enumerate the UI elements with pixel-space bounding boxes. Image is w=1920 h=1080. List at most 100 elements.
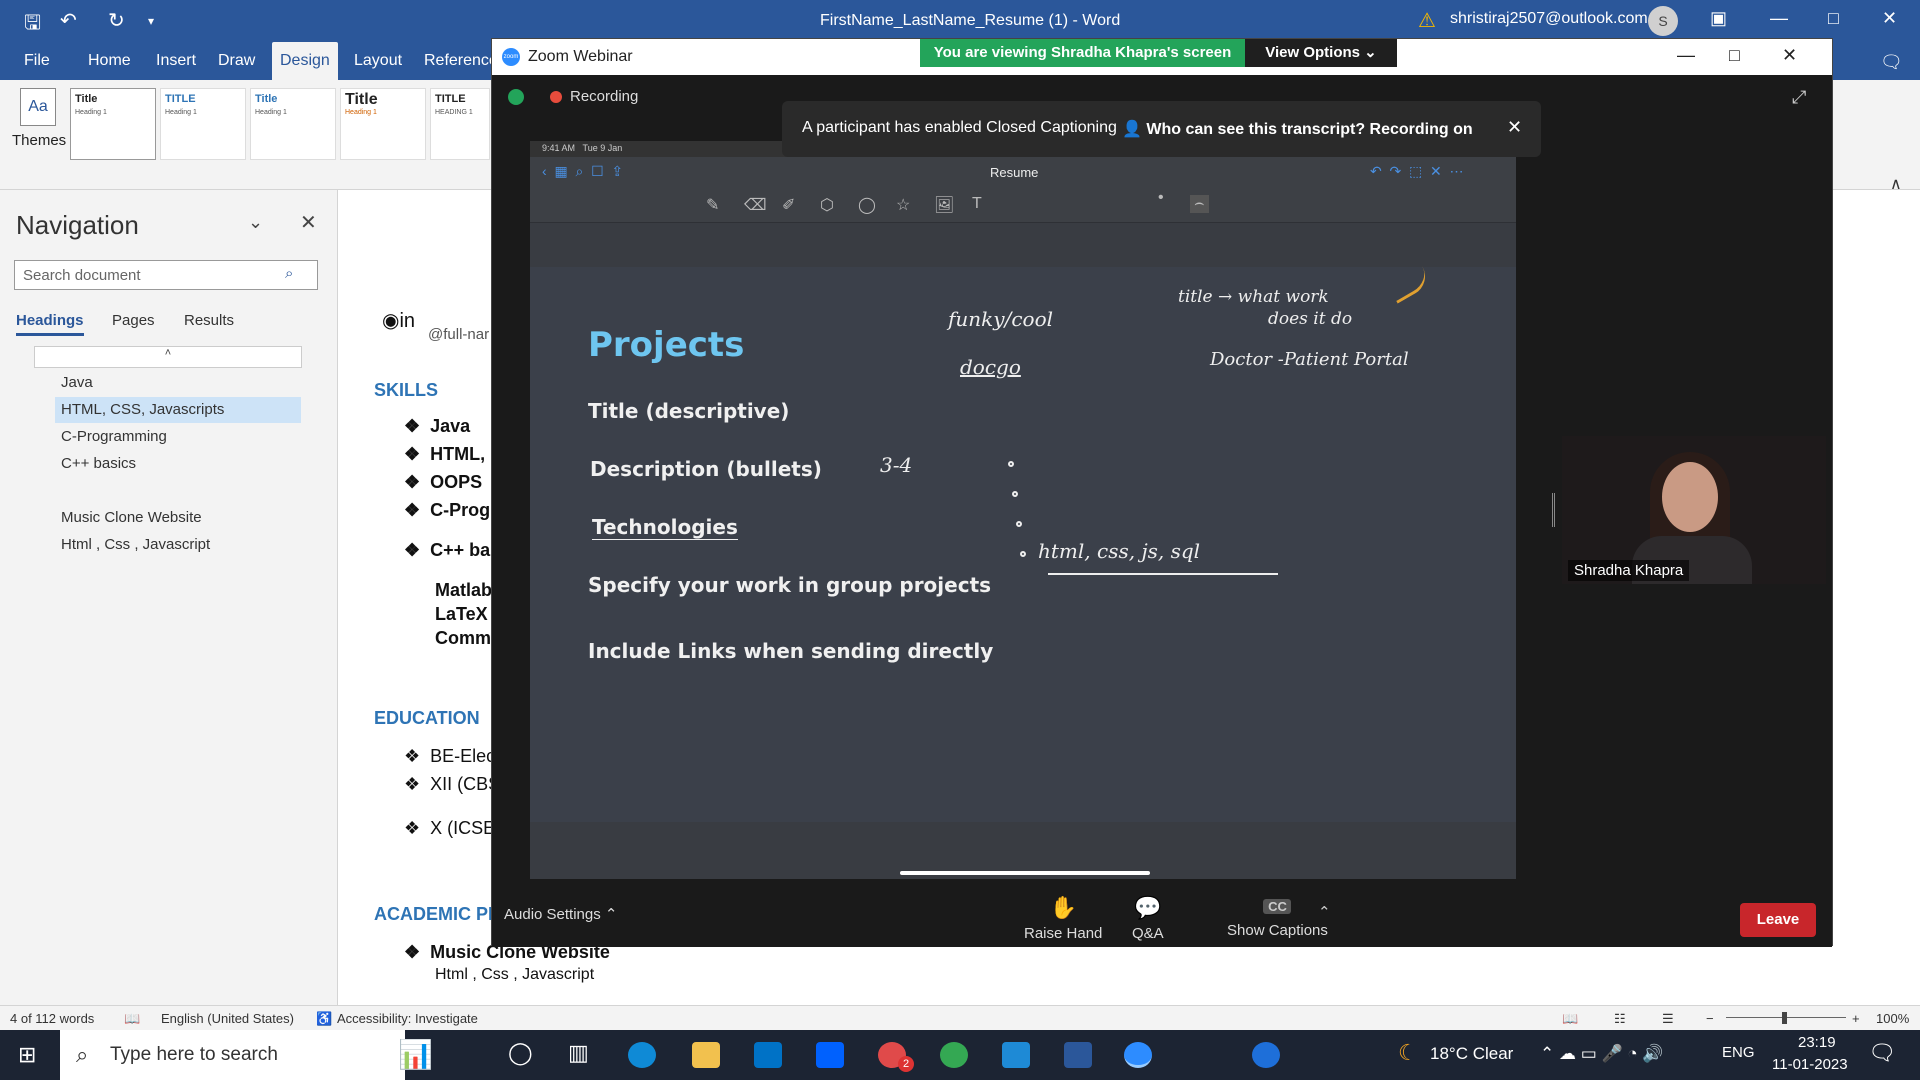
nav-item[interactable]: Music Clone Website	[55, 505, 301, 531]
chevron-down-icon[interactable]: ⌄	[248, 212, 263, 233]
raise-hand-button[interactable]: ✋ Raise Hand	[1024, 895, 1102, 942]
zoom-out-icon[interactable]: −	[1706, 1011, 1714, 1026]
chevron-up-icon[interactable]: ⌃	[1318, 903, 1331, 921]
stroke-icon: ⌢	[1190, 195, 1209, 213]
task-view-icon[interactable]: ▥	[568, 1040, 589, 1066]
tab-pages[interactable]: Pages	[112, 312, 155, 329]
maximize-icon[interactable]: □	[1729, 45, 1740, 66]
save-icon[interactable]: 🖫	[24, 8, 41, 42]
tab-results[interactable]: Results	[184, 312, 234, 329]
themes-label[interactable]: Themes	[12, 132, 66, 149]
weather-moon-icon[interactable]: ☾	[1398, 1040, 1418, 1066]
close-icon[interactable]: ✕	[1782, 45, 1797, 66]
proofing-icon[interactable]: 📖	[124, 1011, 140, 1027]
clock-time[interactable]: 23:19	[1798, 1034, 1836, 1051]
clock-date[interactable]: 11-01-2023	[1772, 1056, 1848, 1073]
tab-headings[interactable]: Headings	[16, 312, 84, 336]
ribbon-display-icon[interactable]: ▣	[1710, 8, 1727, 29]
maximize-icon[interactable]: □	[1828, 8, 1839, 29]
weather-text[interactable]: 18°C Clear	[1430, 1044, 1513, 1064]
word-icon[interactable]	[1064, 1042, 1092, 1068]
close-icon[interactable]: ✕	[1882, 8, 1897, 29]
scroll-up-button[interactable]: ˄	[34, 346, 302, 368]
redo-icon[interactable]: ↻	[108, 8, 125, 33]
style-set-4[interactable]: Title Heading 1	[340, 88, 426, 160]
bullet-icon: ❖	[404, 774, 431, 794]
cortana-icon[interactable]: ◯	[508, 1040, 533, 1066]
skills-heading: SKILLS	[374, 380, 439, 400]
view-options-button[interactable]: View Options ⌄	[1245, 39, 1397, 67]
style-set-2[interactable]: TITLE Heading 1	[160, 88, 246, 160]
style-set-5[interactable]: TITLE HEADING 1	[430, 88, 490, 160]
mail-icon[interactable]	[754, 1042, 782, 1068]
nav-item[interactable]: C-Programming	[55, 424, 301, 450]
leave-button[interactable]: Leave	[1740, 903, 1816, 937]
edge-icon[interactable]	[628, 1042, 656, 1068]
undo-icon[interactable]: ↶	[60, 8, 77, 33]
notifications-icon[interactable]: 🗨	[1868, 1040, 1896, 1066]
close-nav-icon[interactable]: ✕	[300, 210, 317, 235]
minimize-icon[interactable]: —	[1770, 8, 1788, 29]
github-linkedin-icon: ◉in	[382, 310, 416, 332]
taskbar: ⊞ Type here to search ⌕ 📊 ◯ ▥ 2 ☾ 18°C C…	[0, 1030, 1920, 1080]
cortana-illustration-icon[interactable]: 📊	[398, 1038, 433, 1071]
highlighter-icon: ✐	[782, 197, 796, 214]
accessibility-status[interactable]: Accessibility: Investigate	[337, 1011, 478, 1026]
print-layout-icon[interactable]: ☷	[1614, 1011, 1626, 1027]
search-input[interactable]: Search document	[14, 260, 318, 290]
style-set-3[interactable]: Title Heading 1	[250, 88, 336, 160]
comments-icon[interactable]: 🗨	[1880, 52, 1903, 73]
tab-insert[interactable]: Insert	[156, 52, 196, 70]
minimize-icon[interactable]: —	[1677, 45, 1695, 66]
dropbox-icon[interactable]	[816, 1042, 844, 1068]
vscode-icon[interactable]	[1002, 1042, 1030, 1068]
splitter-handle[interactable]	[1552, 493, 1555, 527]
qa-button[interactable]: 💬 Q&A	[1132, 895, 1164, 942]
cc-who-link[interactable]: 👤 Who can see this transcript? Recording…	[1122, 119, 1473, 139]
close-banner-icon[interactable]: ✕	[1507, 117, 1522, 138]
avatar[interactable]: S	[1648, 6, 1678, 36]
warning-icon: ⚠	[1418, 10, 1436, 32]
accessibility-icon[interactable]: ♿	[316, 1011, 332, 1027]
tab-design[interactable]: Design	[272, 42, 338, 80]
notification-badge: 2	[898, 1056, 914, 1072]
tab-home[interactable]: Home	[88, 52, 131, 70]
nav-item[interactable]: Java	[55, 370, 301, 396]
slide-line: Description (bullets)	[590, 457, 822, 481]
nav-item-selected[interactable]: HTML, CSS, Javascripts	[55, 397, 301, 423]
input-language[interactable]: ENG	[1722, 1044, 1755, 1061]
tray-icons[interactable]: ⌃ ☁ ▭ 🎤 ◔ 🔊	[1540, 1044, 1664, 1064]
zoom-level[interactable]: 100%	[1876, 1011, 1909, 1026]
themes-icon[interactable]: Aa	[20, 88, 56, 126]
help-icon[interactable]	[1252, 1042, 1280, 1068]
zoom-icon[interactable]	[1124, 1042, 1152, 1068]
tab-file[interactable]: File	[24, 52, 50, 70]
search-icon[interactable]: ⌕	[285, 265, 293, 282]
read-mode-icon[interactable]: 📖	[1562, 1011, 1578, 1027]
web-layout-icon[interactable]: ☰	[1662, 1011, 1674, 1027]
style-set-1[interactable]: Title Heading 1	[70, 88, 156, 160]
zoom-slider-thumb[interactable]	[1782, 1012, 1787, 1024]
file-explorer-icon[interactable]	[692, 1042, 720, 1068]
customize-qat-icon[interactable]: ▾	[148, 14, 154, 28]
account-email[interactable]: shristiraj2507@outlook.com	[1450, 10, 1648, 28]
skill-item: ❖ Java	[404, 416, 471, 436]
chrome-icon[interactable]	[940, 1042, 968, 1068]
nav-item[interactable]: Html , Css , Javascript	[55, 532, 301, 558]
shield-icon[interactable]	[508, 89, 524, 105]
zoom-logo-icon: zoom	[502, 48, 520, 66]
tab-layout[interactable]: Layout	[354, 52, 402, 70]
tab-draw[interactable]: Draw	[218, 52, 255, 70]
windows-start-icon[interactable]: ⊞	[18, 1042, 36, 1068]
nav-item[interactable]: C++ basics	[55, 451, 301, 477]
zoom-in-icon[interactable]: +	[1852, 1011, 1860, 1026]
fullscreen-icon[interactable]: ⤢	[1792, 87, 1806, 108]
show-captions-button[interactable]: CC Show Captions	[1227, 895, 1328, 939]
taskbar-search[interactable]: Type here to search	[60, 1030, 405, 1080]
word-count[interactable]: 4 of 112 words	[10, 1011, 94, 1026]
pen-icon: ✎	[706, 197, 720, 214]
speaker-video[interactable]: Shradha Khapra	[1562, 436, 1826, 584]
audio-settings-button[interactable]: Audio Settings ⌃	[504, 905, 617, 923]
tab-references[interactable]: Reference	[424, 52, 498, 70]
language[interactable]: English (United States)	[161, 1011, 294, 1026]
